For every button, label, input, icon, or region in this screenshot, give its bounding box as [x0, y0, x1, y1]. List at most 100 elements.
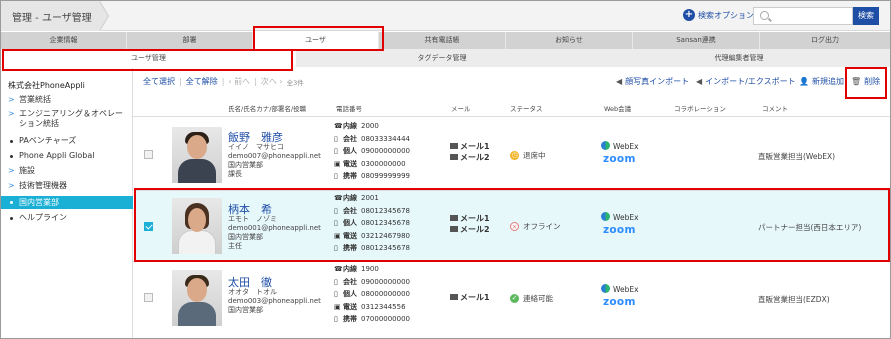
row-checkbox[interactable]	[144, 222, 153, 231]
phone-list: ☎内線 2001 ▯ 会社 08012345678 ▯ 個人 08012345678 ▣ 電…	[334, 192, 410, 255]
delete-label: 削除	[864, 77, 881, 86]
phone-mobile[interactable]: ▯ 携帯 08012345678	[334, 242, 410, 255]
tab-user[interactable]: ユーザ	[253, 32, 379, 49]
tab-department[interactable]: 部署	[127, 32, 253, 49]
phone-ext[interactable]: ☎内線 1900	[334, 263, 410, 276]
row-checkbox[interactable]	[144, 150, 153, 159]
user-kana: イイノ マサヒコ	[228, 143, 284, 151]
select-all-link[interactable]: 全て選択	[143, 76, 175, 87]
subtab-proxy-editor[interactable]: 代理編集者管理	[588, 49, 890, 67]
mobile-icon: ▯	[334, 219, 338, 228]
mail-link-2[interactable]: メール2	[450, 152, 490, 163]
table-row-selected[interactable]: 柄本 希 エモト ノゾミ demo001@phoneappli.net 国内営業…	[134, 191, 890, 260]
divider: |	[254, 77, 257, 86]
import-export-link[interactable]: ◀ インポート/エクスポート	[696, 76, 796, 87]
col-header-web-meeting: Web会議	[604, 105, 632, 113]
breadcrumb: 管理 - ユーザ管理	[1, 1, 101, 31]
tree-item-label: エンジニアリング＆オペレー ション統括	[19, 109, 123, 128]
envelope-icon	[450, 143, 458, 149]
tab-log-output[interactable]: ログ出力	[760, 32, 890, 49]
tab-shared-phonebook[interactable]: 共有電話帳	[379, 32, 506, 49]
tab-company-info[interactable]: 企業情報	[1, 32, 127, 49]
phone-fax[interactable]: ▣ 電送 0312344556	[334, 301, 410, 314]
phone-company[interactable]: ▯ 会社 08012345678	[334, 205, 410, 218]
next-page-link[interactable]: 次へ ›	[261, 76, 283, 87]
zoom-link[interactable]: zoom	[603, 296, 636, 308]
phone-company[interactable]: ▯ 会社 08033334444	[334, 133, 410, 146]
row-checkbox[interactable]	[144, 293, 153, 302]
photo-import-label: 顔写真インポート	[625, 77, 690, 86]
tree-item-helpline[interactable]: ヘルプライン	[1, 213, 133, 223]
photo-import-link[interactable]: ◀ 顔写真インポート	[616, 76, 689, 87]
phone-label: 会社	[343, 206, 357, 215]
prev-page-link[interactable]: ‹ 前へ	[228, 76, 250, 87]
tab-sansan[interactable]: Sansan連携	[633, 32, 760, 49]
delete-link[interactable]: 🗑 削除	[851, 76, 880, 87]
envelope-icon	[450, 226, 458, 232]
mail-link-2[interactable]: メール2	[450, 224, 490, 235]
offline-x-icon: ×	[510, 222, 519, 231]
tree-item-engineering[interactable]: > エンジニアリング＆オペレー ション統括	[1, 109, 133, 129]
bullet-icon	[10, 217, 13, 220]
tree-item-sales-division[interactable]: > 営業統括	[1, 95, 133, 105]
tree-item-label: Phone Appli Global	[19, 151, 95, 160]
mobile-icon: ▯	[334, 134, 338, 143]
zoom-link[interactable]: zoom	[603, 153, 636, 165]
user-photo	[172, 198, 222, 254]
subtab-user-management[interactable]: ユーザ管理	[1, 49, 296, 67]
mobile-icon: ▯	[334, 277, 338, 286]
col-header-mail: メール	[451, 105, 471, 113]
webex-link[interactable]: WebEx	[601, 212, 639, 222]
zoom-link[interactable]: zoom	[603, 224, 636, 236]
phone-personal[interactable]: ▯ 個人 08012345678	[334, 217, 410, 230]
status-label: オフライン	[523, 222, 561, 231]
plus-circle-icon: +	[683, 9, 695, 21]
prev-page-label: 前へ	[234, 77, 251, 86]
phone-mobile[interactable]: ▯ 携帯 08099999999	[334, 170, 410, 183]
tab-notices[interactable]: お知らせ	[506, 32, 633, 49]
phone-mobile[interactable]: ▯ 携帯 07000000000	[334, 313, 410, 326]
phone-company[interactable]: ▯ 会社 09000000000	[334, 276, 410, 289]
status-badge: ✓ 連絡可能	[510, 293, 553, 304]
breadcrumb-label: 管理 - ユーザ管理	[12, 13, 92, 24]
tree-item-label: ヘルプライン	[19, 213, 67, 222]
phone-fax[interactable]: ▣ 電送 0300000000	[334, 158, 410, 171]
tree-item-tech-equipment[interactable]: > 技術管理機器	[1, 181, 133, 191]
search-input[interactable]	[753, 7, 853, 25]
search-button[interactable]: 検索	[853, 7, 879, 25]
tree-item-domestic-sales[interactable]: 国内営業部	[1, 196, 133, 209]
tree-root-company[interactable]: 株式会社PhoneAppli	[8, 80, 85, 91]
user-details: イイノ マサヒコ demo007@phoneappli.net 国内営業部 課長	[228, 143, 321, 179]
col-header-comment: コメント	[762, 105, 788, 113]
tree-item-facilities[interactable]: > 施設	[1, 166, 133, 176]
toolbar-left: 全て選択 | 全て解除 | ‹ 前へ | 次へ › 全3件	[143, 76, 304, 87]
subtab-tag-data[interactable]: タグデータ管理	[296, 49, 588, 67]
phone-ext[interactable]: ☎内線 2001	[334, 192, 410, 205]
add-new-link[interactable]: 👤 新規追加	[799, 76, 844, 87]
status-label: 連絡可能	[523, 294, 553, 303]
phone-label: 携帯	[343, 244, 357, 253]
webex-link[interactable]: WebEx	[601, 141, 639, 151]
clear-all-link[interactable]: 全て解除	[186, 76, 218, 87]
phone-number: 08012345678	[361, 244, 410, 253]
breadcrumb-arrow	[99, 1, 108, 31]
phone-personal[interactable]: ▯ 個人 08000000000	[334, 288, 410, 301]
phone-personal[interactable]: ▯ 個人 09000000000	[334, 145, 410, 158]
tree-item-pa-ventures[interactable]: PAベンチャーズ	[1, 136, 133, 146]
phone-fax[interactable]: ▣ 電送 03212467980	[334, 230, 410, 243]
search-option-link[interactable]: + 検索オプション	[683, 9, 754, 21]
mail-label: メール2	[460, 153, 490, 162]
tree-item-global[interactable]: Phone Appli Global	[1, 151, 133, 161]
import-export-label: インポート/エクスポート	[705, 77, 796, 86]
webex-link[interactable]: WebEx	[601, 284, 639, 294]
mail-link-1[interactable]: メール1	[450, 141, 490, 152]
user-email: demo007@phoneappli.net	[228, 152, 321, 160]
mail-link-1[interactable]: メール1	[450, 292, 490, 303]
table-row[interactable]: 飯野 雅彦 イイノ マサヒコ demo007@phoneappli.net 国内…	[134, 119, 890, 190]
mail-link-1[interactable]: メール1	[450, 213, 490, 224]
bullet-icon	[10, 155, 13, 158]
table-row[interactable]: 太田 徹 オオタ トオル demo003@phoneappli.net 国内営業…	[134, 262, 890, 338]
phone-number: 07000000000	[361, 315, 410, 324]
phone-number: 08000000000	[361, 290, 410, 299]
phone-ext[interactable]: ☎内線 2000	[334, 120, 410, 133]
